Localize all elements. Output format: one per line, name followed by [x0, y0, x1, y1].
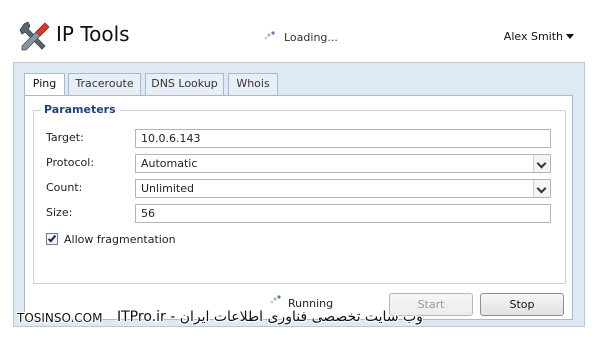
- count-label: Count:: [46, 181, 83, 194]
- tab-ping[interactable]: Ping: [24, 73, 65, 96]
- chevron-down-icon[interactable]: [533, 155, 550, 172]
- watermark-left: TOSINSO.COM: [17, 311, 103, 325]
- chevron-down-icon[interactable]: [533, 180, 550, 197]
- target-input[interactable]: 10.0.6.143: [135, 129, 551, 148]
- main-container: Ping Traceroute DNS Lookup Whois Paramet…: [13, 62, 585, 327]
- spinner-icon: [270, 295, 281, 304]
- size-label: Size:: [46, 206, 73, 219]
- caret-down-icon: [566, 34, 574, 39]
- target-label: Target:: [46, 131, 84, 144]
- watermark: TOSINSO.COM ITPro.ir - وب سایت تخصصی فنا…: [17, 309, 517, 331]
- tab-traceroute[interactable]: Traceroute: [68, 73, 141, 95]
- parameters-group: Parameters Target: 10.0.6.143 Protocol: …: [33, 103, 566, 284]
- app-title: IP Tools: [56, 22, 130, 46]
- tab-whois[interactable]: Whois: [228, 73, 278, 95]
- check-icon: [47, 233, 57, 243]
- count-select[interactable]: Unlimited: [135, 179, 551, 198]
- size-input[interactable]: 56: [135, 204, 551, 223]
- count-value: Unlimited: [141, 182, 194, 195]
- tools-icon: [19, 21, 50, 51]
- ping-panel: Parameters Target: 10.0.6.143 Protocol: …: [24, 95, 573, 320]
- allow-fragmentation-checkbox[interactable]: [46, 233, 58, 245]
- watermark-right: ITPro.ir - وب سایت تخصصی فناوری اطلاعات …: [117, 309, 423, 325]
- allow-fragmentation-label: Allow fragmentation: [64, 233, 176, 246]
- protocol-select[interactable]: Automatic: [135, 154, 551, 173]
- user-name: Alex Smith: [503, 30, 563, 43]
- protocol-label: Protocol:: [46, 156, 95, 169]
- user-menu[interactable]: Alex Smith: [504, 30, 574, 43]
- app-header: IP Tools Loading... Alex Smith: [0, 0, 598, 62]
- spinner-icon: [264, 31, 275, 40]
- tab-dns-lookup[interactable]: DNS Lookup: [145, 73, 224, 95]
- loading-label: Loading...: [284, 31, 338, 44]
- parameters-legend: Parameters: [40, 103, 120, 116]
- protocol-value: Automatic: [141, 157, 198, 170]
